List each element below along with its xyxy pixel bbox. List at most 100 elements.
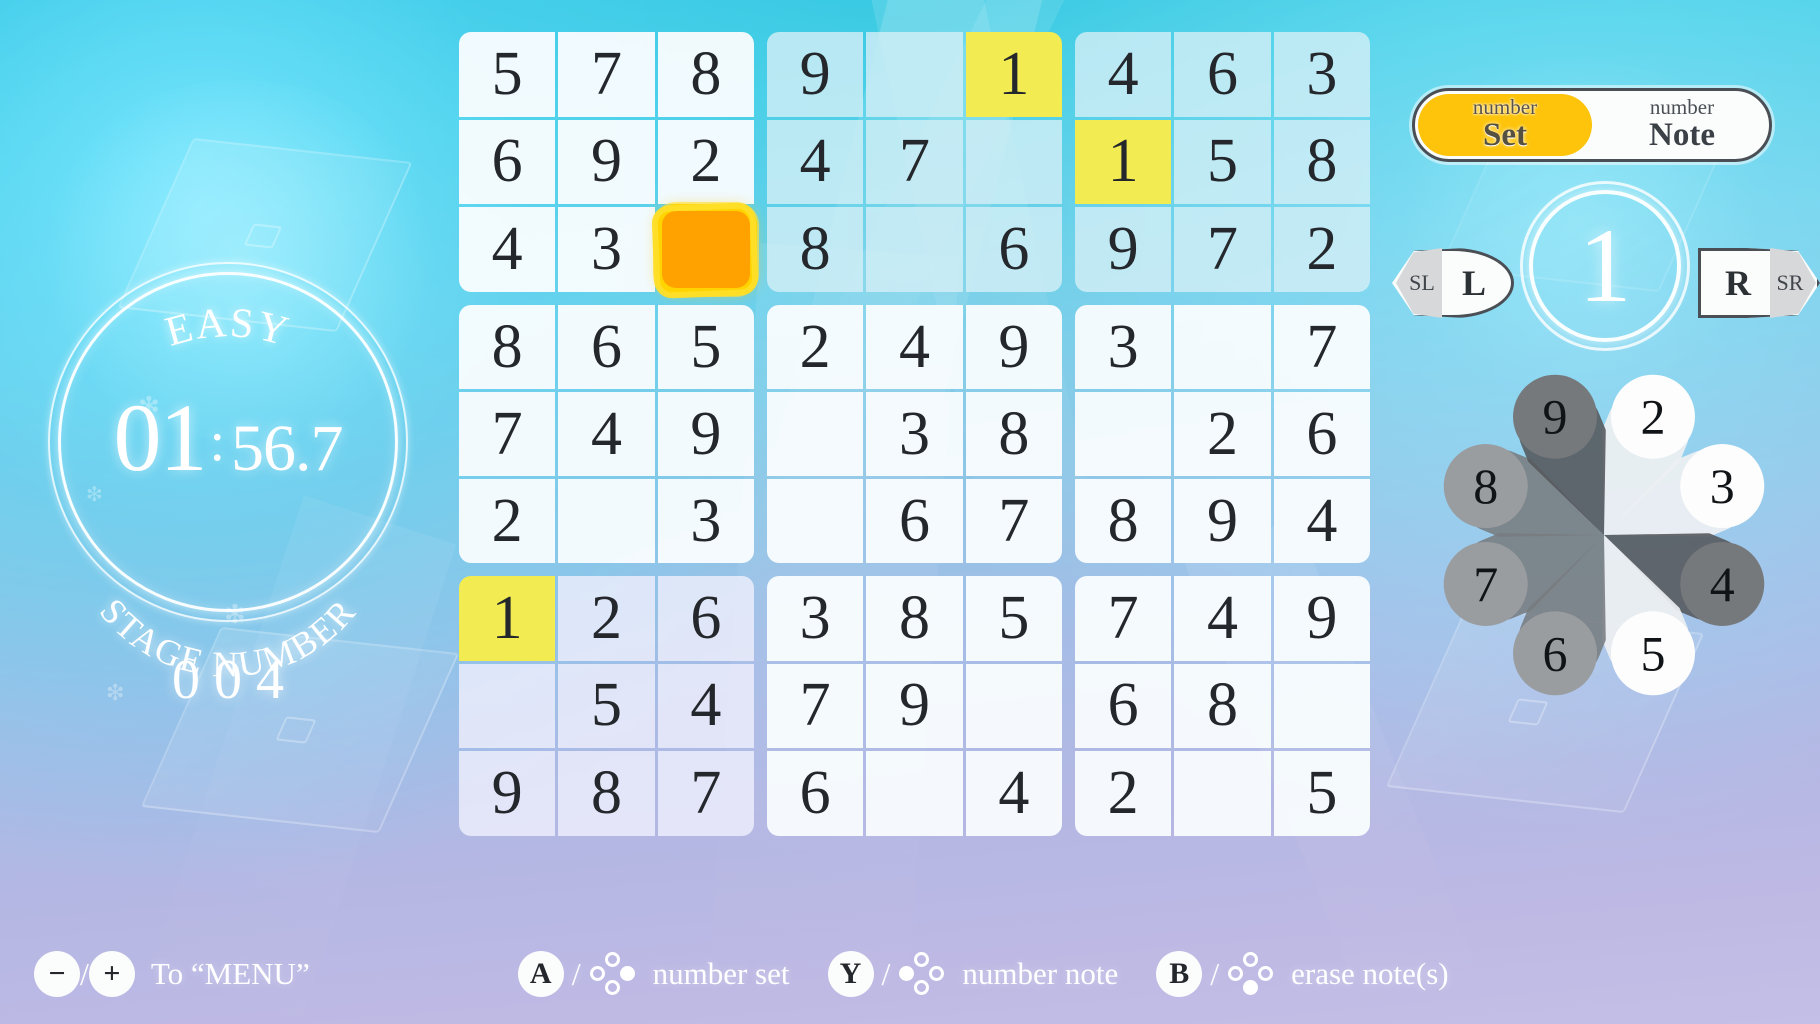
sudoku-cell[interactable]: 3 bbox=[558, 207, 655, 292]
y-button-icon[interactable]: Y bbox=[827, 951, 874, 997]
sudoku-cell[interactable]: 8 bbox=[558, 751, 655, 836]
sudoku-cell[interactable]: 6 bbox=[1174, 32, 1271, 117]
sudoku-cell[interactable] bbox=[965, 663, 1062, 749]
sudoku-cell[interactable]: 6 bbox=[459, 119, 556, 205]
sudoku-cell[interactable]: 9 bbox=[1273, 576, 1370, 661]
sudoku-cell[interactable]: 3 bbox=[1075, 305, 1172, 389]
sudoku-cell[interactable]: 5 bbox=[558, 663, 655, 749]
sudoku-cell[interactable]: 6 bbox=[1273, 392, 1370, 476]
sudoku-cell[interactable]: 7 bbox=[767, 663, 864, 749]
sudoku-cell[interactable]: 5 bbox=[657, 305, 754, 389]
sudoku-cell[interactable]: 8 bbox=[965, 392, 1062, 476]
plus-button-icon[interactable]: + bbox=[88, 951, 135, 997]
sudoku-cell[interactable]: 2 bbox=[657, 119, 754, 205]
sudoku-cell[interactable]: 4 bbox=[459, 207, 556, 292]
sudoku-cell[interactable] bbox=[866, 751, 963, 836]
sudoku-cell[interactable] bbox=[866, 32, 963, 117]
sudoku-cell[interactable]: 3 bbox=[866, 392, 963, 476]
sudoku-cell[interactable]: 5 bbox=[459, 32, 556, 117]
sudoku-cell[interactable]: 4 bbox=[965, 751, 1062, 836]
sudoku-cell[interactable]: 7 bbox=[965, 479, 1062, 563]
sudoku-cell[interactable]: 1 bbox=[965, 32, 1062, 117]
sudoku-cell-value: 2 bbox=[1107, 759, 1139, 828]
sudoku-cell[interactable]: 5 bbox=[1174, 119, 1271, 205]
sudoku-cell[interactable]: 3 bbox=[657, 479, 754, 563]
sudoku-cell[interactable]: 4 bbox=[1075, 32, 1172, 117]
sudoku-cell-value: 2 bbox=[1306, 215, 1338, 284]
sudoku-cell[interactable]: 9 bbox=[657, 392, 754, 476]
sudoku-cell[interactable]: 5 bbox=[1273, 751, 1370, 836]
sudoku-cell[interactable]: 8 bbox=[1273, 119, 1370, 205]
sudoku-cell[interactable]: 4 bbox=[1273, 479, 1370, 563]
sudoku-cell[interactable]: 3 bbox=[767, 576, 864, 661]
mode-toggle[interactable]: number Set number Note bbox=[1412, 88, 1772, 162]
sudoku-cell[interactable]: 8 bbox=[657, 32, 754, 117]
sudoku-cell[interactable]: 2 bbox=[1075, 751, 1172, 836]
minus-button-icon[interactable]: − bbox=[34, 951, 80, 997]
sudoku-cell[interactable]: 9 bbox=[558, 119, 655, 205]
sudoku-cell[interactable]: 9 bbox=[459, 751, 556, 836]
sudoku-cell[interactable] bbox=[658, 207, 754, 292]
number-wheel[interactable]: 23456789 bbox=[1404, 361, 1804, 709]
sudoku-cell[interactable] bbox=[866, 207, 963, 292]
sudoku-cell[interactable]: 3 bbox=[1273, 32, 1370, 117]
sudoku-cell[interactable]: 2 bbox=[1174, 392, 1271, 476]
sudoku-cell[interactable]: 5 bbox=[965, 576, 1062, 661]
sudoku-cell[interactable] bbox=[1273, 663, 1370, 749]
sudoku-cell[interactable]: 7 bbox=[1174, 207, 1271, 292]
sudoku-cell[interactable]: 2 bbox=[767, 305, 864, 389]
sudoku-cell[interactable]: 4 bbox=[558, 392, 655, 476]
sudoku-cell[interactable] bbox=[459, 663, 556, 749]
sudoku-cell[interactable] bbox=[965, 119, 1062, 205]
sudoku-cell[interactable]: 4 bbox=[1174, 576, 1271, 661]
sudoku-cell[interactable]: 8 bbox=[459, 305, 556, 389]
sudoku-cell[interactable]: 4 bbox=[866, 305, 963, 389]
sudoku-cell[interactable]: 6 bbox=[1075, 663, 1172, 749]
sudoku-cell[interactable]: 4 bbox=[767, 119, 864, 205]
sudoku-cell[interactable]: 7 bbox=[558, 32, 655, 117]
sudoku-cell[interactable]: 1 bbox=[459, 576, 556, 661]
sudoku-cell[interactable] bbox=[767, 479, 864, 563]
sudoku-board[interactable]: 5786924391478646315897286574923249386737… bbox=[459, 32, 1370, 836]
sudoku-cell[interactable]: 2 bbox=[1273, 207, 1370, 292]
sudoku-cell[interactable]: 7 bbox=[657, 751, 754, 836]
sudoku-cell[interactable]: 4 bbox=[657, 663, 754, 749]
sudoku-cell[interactable]: 8 bbox=[866, 576, 963, 661]
shoulder-right-button[interactable]: R SR bbox=[1698, 248, 1820, 318]
sudoku-cell[interactable]: 1 bbox=[1075, 119, 1172, 205]
sudoku-cell[interactable]: 7 bbox=[866, 119, 963, 205]
slash-separator: / bbox=[1210, 955, 1220, 992]
shoulder-left-button[interactable]: SL L bbox=[1392, 248, 1514, 318]
sudoku-cell[interactable]: 9 bbox=[767, 32, 864, 117]
a-button-icon[interactable]: A bbox=[517, 951, 564, 997]
sudoku-cell[interactable]: 2 bbox=[558, 576, 655, 661]
sudoku-cell[interactable] bbox=[1174, 751, 1271, 836]
sudoku-cell[interactable]: 9 bbox=[1174, 479, 1271, 563]
mode-number-set[interactable]: number Set bbox=[1418, 94, 1592, 156]
sudoku-cell[interactable]: 8 bbox=[767, 207, 864, 292]
wheel-petal-label: 3 bbox=[1709, 458, 1735, 515]
sudoku-cell[interactable]: 8 bbox=[1075, 479, 1172, 563]
sudoku-cell[interactable] bbox=[1075, 392, 1172, 476]
sudoku-cell[interactable]: 6 bbox=[965, 207, 1062, 292]
sudoku-cell[interactable]: 2 bbox=[459, 479, 556, 563]
sudoku-cell[interactable]: 6 bbox=[767, 751, 864, 836]
sudoku-cell[interactable] bbox=[558, 479, 655, 563]
sudoku-cell[interactable]: 6 bbox=[657, 576, 754, 661]
sudoku-cell[interactable]: 6 bbox=[866, 479, 963, 563]
sudoku-cell[interactable] bbox=[1174, 305, 1271, 389]
sudoku-cell[interactable]: 7 bbox=[459, 392, 556, 476]
sudoku-cell[interactable]: 7 bbox=[1273, 305, 1370, 389]
sudoku-cell-value: 8 bbox=[998, 399, 1030, 468]
mode-number-note[interactable]: number Note bbox=[1595, 94, 1769, 156]
sudoku-cell[interactable]: 9 bbox=[866, 663, 963, 749]
sudoku-cell-value: 7 bbox=[1206, 215, 1238, 284]
sudoku-cell-value: 9 bbox=[1306, 583, 1338, 652]
sudoku-cell[interactable]: 9 bbox=[1075, 207, 1172, 292]
sudoku-cell[interactable]: 9 bbox=[965, 305, 1062, 389]
sudoku-cell[interactable]: 7 bbox=[1075, 576, 1172, 661]
sudoku-cell[interactable]: 8 bbox=[1174, 663, 1271, 749]
sudoku-cell[interactable] bbox=[767, 392, 864, 476]
b-button-icon[interactable]: B bbox=[1156, 951, 1203, 997]
sudoku-cell[interactable]: 6 bbox=[558, 305, 655, 389]
